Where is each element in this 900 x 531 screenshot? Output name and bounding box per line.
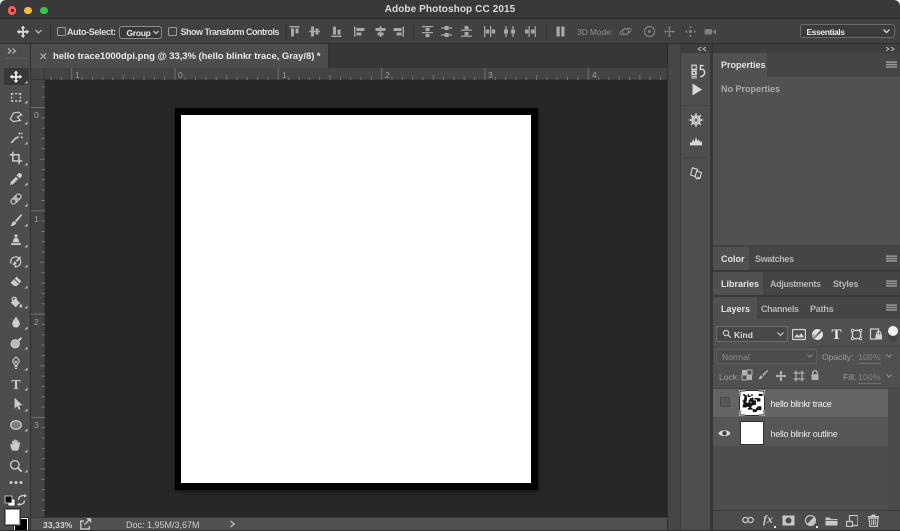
svg-text:1: 1 [75, 70, 80, 80]
svg-text:3: 3 [34, 420, 39, 430]
svg-text:2: 2 [385, 70, 390, 80]
svg-text:2: 2 [34, 317, 39, 327]
svg-text:0: 0 [34, 110, 39, 120]
svg-text:0: 0 [178, 70, 183, 80]
svg-text:fx: fx [763, 513, 773, 526]
svg-text:4: 4 [592, 70, 597, 80]
svg-text:T: T [831, 327, 841, 341]
svg-text:1: 1 [282, 70, 287, 80]
svg-text:T: T [11, 378, 21, 391]
svg-text:3: 3 [488, 70, 493, 80]
svg-text:1: 1 [34, 214, 39, 224]
